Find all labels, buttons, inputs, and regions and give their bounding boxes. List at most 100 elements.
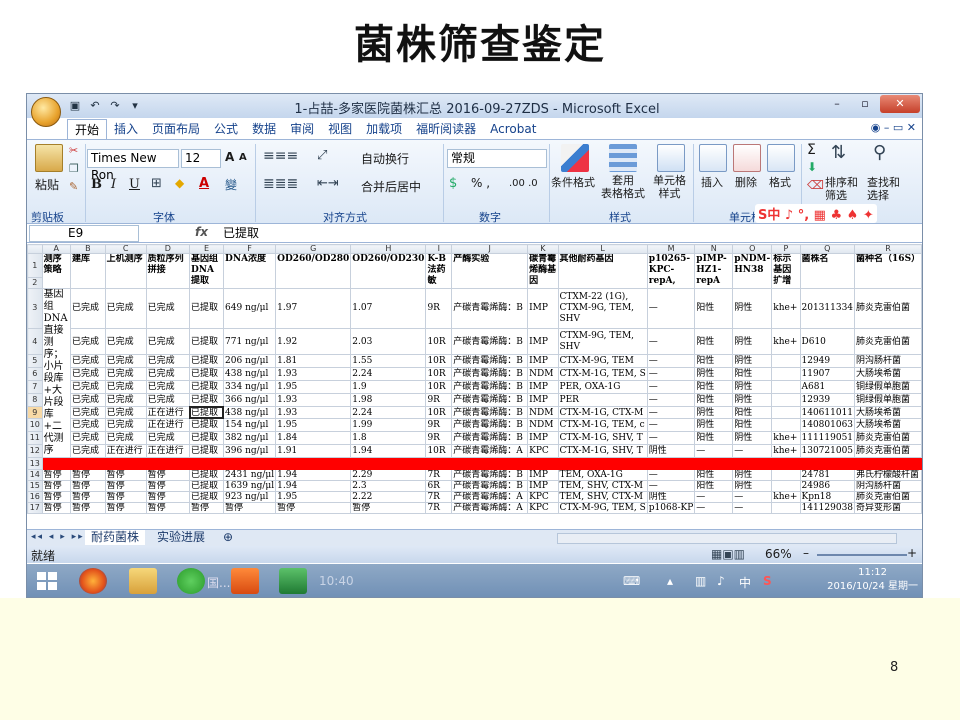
- table-cell[interactable]: 肺炎克雷伯菌: [854, 444, 922, 458]
- fill-color-button[interactable]: ◆: [175, 176, 184, 190]
- table-cell[interactable]: 1.93: [275, 367, 352, 382]
- table-cell[interactable]: 产碳青霉烯酶：B: [451, 431, 529, 446]
- table-cell[interactable]: 12939: [799, 392, 856, 407]
- table-cell[interactable]: 产碳青霉烯酶：A: [451, 502, 529, 514]
- table-cell[interactable]: 产碳青霉烯酶：B: [451, 327, 529, 356]
- table-cell[interactable]: 肺炎克雷伯菌: [854, 288, 922, 329]
- column-header[interactable]: B: [70, 244, 106, 254]
- column-header[interactable]: [27, 244, 43, 254]
- table-cell[interactable]: 已完成: [70, 392, 106, 407]
- table-cell[interactable]: 771 ng/μl: [223, 327, 277, 356]
- table-cell[interactable]: KPC: [527, 491, 559, 503]
- merged-strategy-cell[interactable]: 基因组DNA直接测序；小片段库+大片段库+二代测序: [41, 288, 72, 458]
- ime-toolbar[interactable]: S中 ♪ °, ▦ ♣ ♠ ✦: [755, 204, 877, 223]
- table-cell[interactable]: 暂停: [188, 502, 225, 514]
- table-cell[interactable]: 已完成: [104, 327, 147, 356]
- table-cell[interactable]: 1.99: [350, 418, 427, 433]
- table-cell[interactable]: [771, 502, 801, 514]
- customize-qat-icon[interactable]: ▾: [127, 98, 143, 113]
- table-cell[interactable]: 阴性: [694, 367, 734, 382]
- table-cell[interactable]: 206 ng/μl: [223, 354, 277, 369]
- table-cell[interactable]: 140611011: [799, 405, 856, 420]
- table-cell[interactable]: 暂停: [70, 491, 106, 503]
- table-cell[interactable]: CTX-M-9G, TEM: [557, 354, 648, 369]
- column-header[interactable]: E: [188, 244, 225, 254]
- table-cell[interactable]: 阴性: [646, 491, 696, 503]
- underline-button[interactable]: U: [129, 177, 140, 192]
- table-cell[interactable]: [104, 457, 147, 470]
- table-cell[interactable]: 1.07: [350, 288, 427, 329]
- table-cell[interactable]: IMP: [527, 327, 559, 356]
- minimize-button[interactable]: –: [824, 95, 850, 113]
- font-name-select[interactable]: Times New Ron: [87, 149, 179, 182]
- table-cell[interactable]: 阳性: [694, 431, 734, 446]
- table-cell[interactable]: 2431 ng/μl: [223, 469, 277, 481]
- table-cell[interactable]: Kpn18: [799, 491, 856, 503]
- table-cell[interactable]: 已完成: [145, 380, 190, 394]
- column-header[interactable]: F: [223, 244, 277, 254]
- zoom-in-button[interactable]: +: [907, 546, 917, 560]
- find-select-icon[interactable]: ⚲: [873, 142, 886, 163]
- table-cell[interactable]: 7R: [425, 469, 453, 481]
- table-cell[interactable]: 2.24: [350, 367, 427, 382]
- table-cell[interactable]: 暂停: [350, 502, 427, 514]
- table-cell[interactable]: KPC: [527, 502, 559, 514]
- font-color-button[interactable]: A: [199, 176, 209, 191]
- table-cell[interactable]: 1.98: [350, 392, 427, 407]
- column-title-cell[interactable]: 标示基因扩增: [771, 253, 801, 289]
- table-cell[interactable]: 肺炎克雷伯菌: [854, 327, 922, 356]
- table-cell[interactable]: 140801063: [799, 418, 856, 433]
- shrink-font-button[interactable]: A: [239, 152, 247, 163]
- column-title-cell[interactable]: K-B法药敏: [425, 253, 453, 289]
- table-cell[interactable]: 阴沟肠杆菌: [854, 354, 922, 369]
- table-cell[interactable]: 阳性: [694, 469, 734, 481]
- column-header[interactable]: G: [275, 244, 352, 254]
- excel-icon[interactable]: [279, 568, 307, 594]
- table-cell[interactable]: 已完成: [70, 288, 106, 329]
- tab-formulas[interactable]: 公式: [207, 119, 245, 139]
- table-cell[interactable]: 154 ng/μl: [223, 418, 277, 433]
- table-cell[interactable]: 产碳青霉烯酶：B: [451, 354, 529, 369]
- table-cell[interactable]: 暂停: [104, 469, 147, 481]
- table-cell[interactable]: 产碳青霉烯酶：B: [451, 405, 529, 420]
- table-cell[interactable]: 130721005: [799, 444, 856, 458]
- table-cell[interactable]: [451, 457, 529, 470]
- table-cell[interactable]: 649 ng/μl: [223, 288, 277, 329]
- table-cell[interactable]: 已提取: [188, 431, 225, 446]
- table-cell[interactable]: 1.94: [350, 444, 427, 458]
- cell-style-button[interactable]: 单元格 样式: [653, 174, 686, 200]
- table-cell[interactable]: 阴性: [732, 392, 773, 407]
- column-title-cell[interactable]: 菌种名（16S）: [854, 253, 922, 289]
- table-cell[interactable]: 阳性: [694, 288, 734, 329]
- table-cell[interactable]: 正在进行: [145, 444, 190, 458]
- tab-data[interactable]: 数据: [245, 119, 283, 139]
- merge-center-button[interactable]: 合并后居中: [361, 178, 421, 195]
- table-cell[interactable]: [732, 457, 773, 470]
- table-cell[interactable]: 暂停: [41, 480, 72, 492]
- table-cell[interactable]: 2.24: [350, 405, 427, 420]
- table-cell[interactable]: 阳性: [732, 405, 773, 420]
- row-header[interactable]: 2: [27, 277, 43, 289]
- sheet-navigation[interactable]: ◂◂ ◂ ▸ ▸▸: [31, 532, 85, 542]
- table-cell[interactable]: 已完成: [145, 431, 190, 446]
- row-header[interactable]: 13: [27, 457, 43, 470]
- table-cell[interactable]: 已完成: [145, 288, 190, 329]
- table-cell[interactable]: 暂停: [145, 480, 190, 492]
- table-cell[interactable]: 1.9: [350, 380, 427, 394]
- table-cell[interactable]: 阴性: [732, 380, 773, 394]
- table-cell[interactable]: 1639 ng/μl: [223, 480, 277, 492]
- table-cell[interactable]: 阴性: [646, 444, 696, 458]
- table-cell[interactable]: [771, 354, 801, 369]
- table-cell[interactable]: 阴性: [732, 469, 773, 481]
- table-cell[interactable]: 阴性: [732, 354, 773, 369]
- table-cell[interactable]: TEM, OXA-1G: [557, 469, 648, 481]
- redo-icon[interactable]: ↷: [107, 98, 123, 113]
- table-cell[interactable]: 已完成: [70, 418, 106, 433]
- wrap-text-button[interactable]: 自动换行: [361, 150, 409, 167]
- format-painter-icon[interactable]: ✎: [69, 180, 78, 193]
- table-cell[interactable]: 阴性: [732, 480, 773, 492]
- table-cell[interactable]: 已提取: [188, 367, 225, 382]
- table-cell[interactable]: 暂停: [104, 480, 147, 492]
- table-cell[interactable]: 阴性: [694, 418, 734, 433]
- tab-view[interactable]: 视图: [321, 119, 359, 139]
